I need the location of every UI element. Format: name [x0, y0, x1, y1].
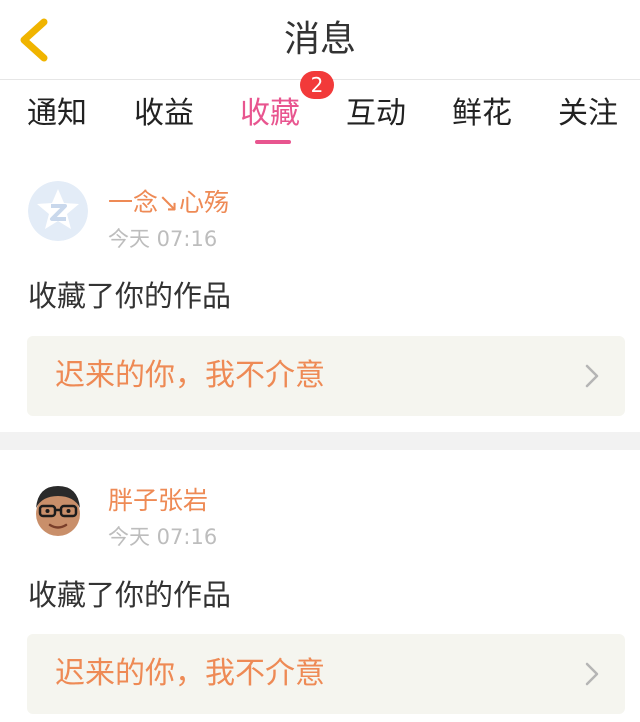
work-link[interactable]: 迟来的你，我不介意	[27, 336, 625, 416]
list-divider	[0, 432, 640, 450]
message-action-text: 收藏了你的作品	[28, 578, 232, 612]
tab-follows[interactable]: 关注	[558, 94, 618, 134]
chevron-right-icon	[585, 364, 599, 388]
active-tab-indicator	[255, 140, 291, 144]
tab-interactions[interactable]: 互动	[346, 94, 406, 134]
tab-flowers[interactable]: 鲜花	[452, 94, 512, 134]
tab-favorites[interactable]: 收藏	[240, 94, 300, 134]
tab-earnings[interactable]: 收益	[134, 94, 194, 134]
avatar[interactable]	[28, 480, 88, 540]
cartoon-face-avatar-icon	[28, 480, 88, 540]
timestamp: 今天 07:16	[108, 525, 218, 549]
username[interactable]: 一念↘心殇	[108, 186, 229, 220]
message-action-text: 收藏了你的作品	[28, 279, 232, 313]
work-title: 迟来的你，我不介意	[55, 358, 325, 393]
work-title: 迟来的你，我不介意	[55, 656, 325, 691]
work-link[interactable]: 迟来的你，我不介意	[27, 634, 625, 714]
header-bar: 消息	[0, 0, 640, 80]
chevron-right-icon	[585, 662, 599, 686]
page-title: 消息	[283, 19, 356, 60]
timestamp: 今天 07:16	[108, 227, 218, 251]
username[interactable]: 胖子张岩	[108, 484, 208, 518]
avatar[interactable]	[28, 181, 88, 241]
tab-badge-count: 2	[300, 71, 334, 99]
default-z-avatar-icon	[28, 181, 88, 241]
tab-notifications[interactable]: 通知	[27, 94, 87, 134]
